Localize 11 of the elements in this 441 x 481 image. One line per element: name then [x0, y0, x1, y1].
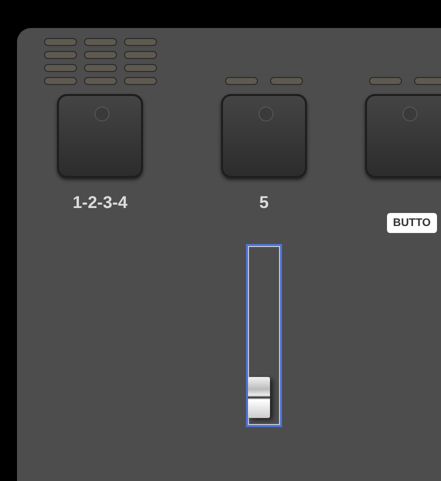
- tooltip: BUTTO: [387, 213, 437, 233]
- fader-track[interactable]: [246, 244, 282, 427]
- dot-icon: [258, 106, 274, 122]
- pad-label: 1-2-3-4: [72, 193, 128, 213]
- dot-icon: [94, 106, 110, 122]
- dot-icon: [402, 106, 418, 122]
- pad-button[interactable]: [57, 94, 143, 178]
- pad-button[interactable]: [365, 94, 441, 178]
- pad-button[interactable]: [221, 94, 307, 178]
- pad-label: 5: [259, 193, 269, 213]
- fader-thumb[interactable]: [248, 377, 270, 418]
